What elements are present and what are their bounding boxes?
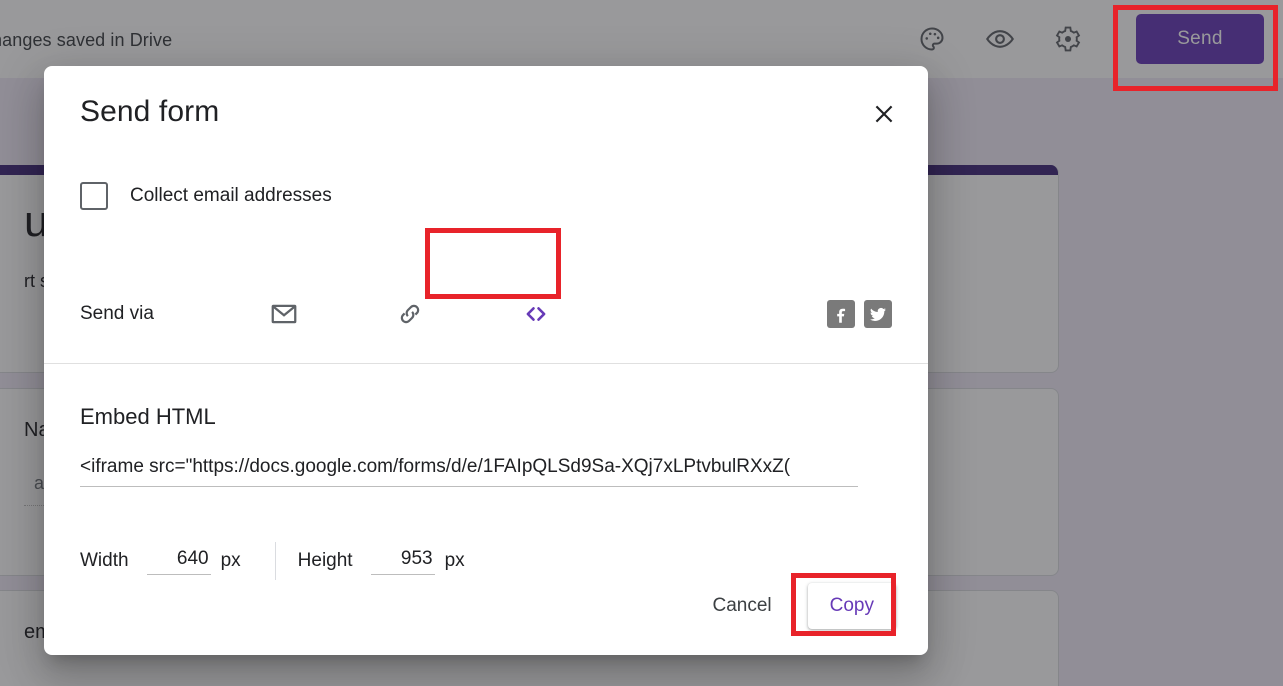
dialog-title: Send form (80, 95, 220, 128)
embed-html-input[interactable] (80, 456, 858, 487)
width-label: Width (80, 550, 129, 571)
height-input[interactable] (370, 547, 435, 575)
height-unit: px (444, 550, 465, 571)
facebook-icon[interactable] (827, 300, 855, 328)
dialog-divider (44, 363, 928, 364)
collect-email-checkbox[interactable] (80, 182, 108, 210)
close-icon[interactable] (862, 92, 906, 136)
embed-html-input-wrapper (80, 456, 858, 487)
twitter-icon[interactable] (864, 300, 892, 328)
embed-html-heading: Embed HTML (80, 404, 216, 429)
send-form-dialog: Send form Collect email addresses Send v… (44, 66, 928, 655)
send-via-row: Send via (80, 290, 892, 338)
dialog-actions: Cancel Copy (704, 583, 896, 629)
copy-button[interactable]: Copy (807, 583, 896, 629)
embed-icon[interactable] (512, 290, 560, 338)
width-input[interactable] (146, 547, 211, 575)
collect-email-label: Collect email addresses (130, 185, 332, 206)
embed-dimensions-row: Width px Height px (80, 542, 465, 580)
cancel-button[interactable]: Cancel (704, 585, 779, 627)
social-share-group (827, 300, 892, 328)
link-icon[interactable] (386, 290, 434, 338)
height-label: Height (297, 550, 353, 571)
send-via-label: Send via (80, 303, 154, 324)
screen: hanges saved in Drive Send rt su Send fo… (0, 0, 1283, 686)
width-unit: px (220, 550, 241, 571)
dimensions-separator (274, 542, 276, 580)
collect-email-row[interactable]: Collect email addresses (80, 182, 332, 210)
email-icon[interactable] (260, 290, 308, 338)
